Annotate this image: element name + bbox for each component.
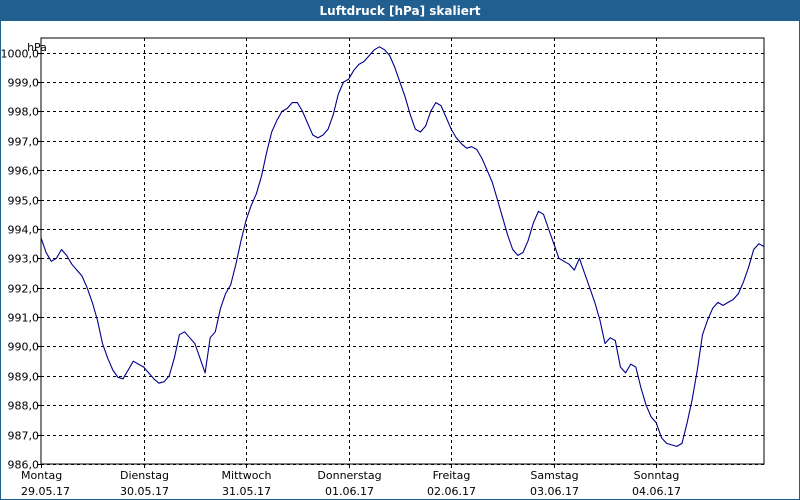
grid-lines: [41, 38, 764, 465]
x-tick-label-day: Donnerstag: [317, 469, 381, 482]
y-tick-label: 993,0: [8, 253, 40, 266]
y-tick-label: 988,0: [8, 400, 40, 413]
x-tick-label-day: Sonntag: [634, 469, 680, 482]
y-tick-label: 992,0: [8, 283, 40, 296]
x-tick-label-day: Dienstag: [120, 469, 169, 482]
y-tick-label: 987,0: [8, 430, 40, 443]
y-tick-labels: 986,0987,0988,0989,0990,0991,0992,0993,0…: [1, 48, 39, 472]
y-tick-label: 999,0: [8, 77, 40, 90]
x-tick-label-date: 04.06.17: [632, 485, 681, 498]
pressure-line: [40, 46, 765, 447]
x-tick-label-date: 29.05.17: [21, 485, 70, 498]
y-axis-unit: hPa: [27, 41, 47, 54]
x-tick-labels: Montag 29.05.17 Dienstag 30.05.17 Mittwoch 31…: [21, 469, 681, 498]
x-tick-label-day: Freitag: [433, 469, 471, 482]
y-tick-label: 998,0: [8, 106, 40, 119]
x-tick-label-date: 01.06.17: [325, 485, 374, 498]
data-series: [40, 46, 765, 447]
chart-window: Luftdruck [hPa] skaliert 986,0 987,0 988,0…: [0, 0, 800, 500]
y-tick-label: 995,0: [8, 195, 40, 208]
y-tick-label: 989,0: [8, 371, 40, 384]
chart-area: 986,0987,0988,0989,0990,0991,0992,0993,0…: [1, 37, 765, 498]
y-tick-label: 994,0: [8, 224, 40, 237]
x-tick-label-date: 03.06.17: [530, 485, 579, 498]
chart-title: Luftdruck [hPa] skaliert: [1, 1, 799, 21]
y-tick-label: 997,0: [8, 136, 40, 149]
plot-border: [40, 37, 765, 465]
x-tick-label-date: 31.05.17: [222, 485, 271, 498]
axes: [37, 37, 765, 468]
x-tick-label-date: 30.05.17: [120, 485, 169, 498]
x-tick-label-day: Samstag: [530, 469, 578, 482]
x-tick-label-day: Montag: [21, 469, 62, 482]
y-tick-label: 991,0: [8, 312, 40, 325]
x-tick-label-day: Mittwoch: [222, 469, 272, 482]
y-tick-label: 990,0: [8, 341, 40, 354]
y-tick-label: 996,0: [8, 165, 40, 178]
x-tick-label-date: 02.06.17: [427, 485, 476, 498]
